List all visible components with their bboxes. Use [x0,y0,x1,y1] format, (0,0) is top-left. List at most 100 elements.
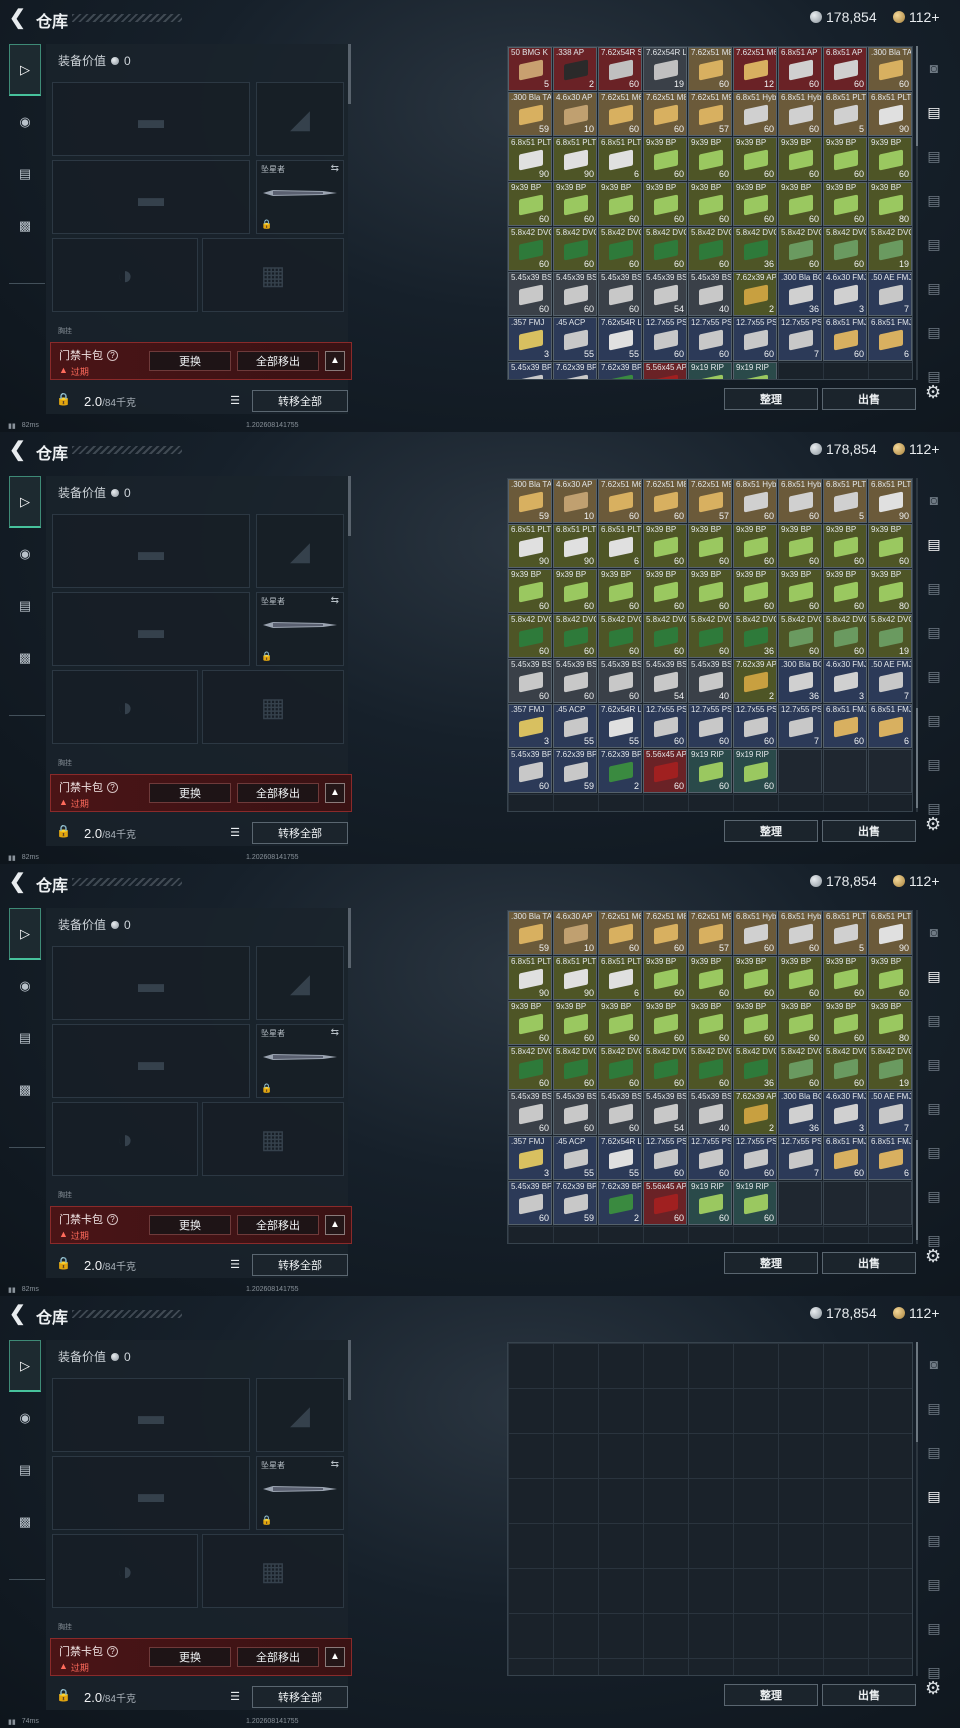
ammo-item[interactable]: 9x39 BP 60 [598,569,642,613]
ammo-item[interactable]: 9x19 RIP60 [688,362,732,379]
ammo-item[interactable]: .50 AE FMJ 7 [868,272,912,316]
ammo-item[interactable]: 6.8x51 PLT 90 [508,524,552,568]
ammo-item[interactable]: 6.8x51 PLT 90 [553,137,597,181]
ammo-item[interactable]: 12.7x55 PS12A 60 [733,704,777,748]
ammo-item[interactable]: 5.45x39 BS 60 [508,1091,552,1135]
ammo-item[interactable]: 5.45x39 BS 60 [508,272,552,316]
sort-button[interactable]: 整理 [724,1252,818,1274]
ammo-item[interactable]: .300 Bla BCP FMJ 36 [778,272,822,316]
back-arrow-icon[interactable]: ❮ [9,1304,27,1324]
pistol-slot[interactable]: ◢ [256,946,344,1020]
ammo-item[interactable]: .45 ACP 55 [553,1136,597,1180]
ammo-item[interactable]: 5.8x42 DVC12 19 [868,614,912,658]
ammo-item[interactable]: .300 Bla TAC-TX 59 [508,92,552,136]
ammo-item[interactable]: 9x39 BP 80 [868,569,912,613]
move-all-out-button[interactable]: 全部移出 [237,1647,319,1667]
ammo-item[interactable]: 9x39 BP 60 [508,182,552,226]
armor-slot[interactable]: ▦ [202,1534,344,1608]
tab-stash-2[interactable]: ▤ [920,566,948,610]
silver-currency[interactable]: 178,854 [810,441,877,457]
ammo-item[interactable]: 9x39 BP 60 [688,1001,732,1045]
ammo-item[interactable]: .50 AE FMJ 7 [868,659,912,703]
ammo-item[interactable]: 12.7x55 PS12A 60 [688,1136,732,1180]
ammo-item[interactable]: 5.8x42 DVC12+P 60 [688,614,732,658]
secondary-weapon-slot[interactable]: ▬ [52,592,250,666]
empty-grid-cell[interactable] [778,749,822,793]
grid-scrollbar[interactable] [916,46,918,380]
ammo-item[interactable]: 5.8x42 DVC12+P 60 [598,1046,642,1090]
ammo-item[interactable]: 5.45x39 BP 60 [508,1181,552,1225]
sort-button[interactable]: 整理 [724,820,818,842]
ammo-item[interactable]: 9x39 BP 60 [868,524,912,568]
ammo-item[interactable]: 6.8x51 PLT 5 [823,911,867,955]
rail-tab-weapons[interactable]: ▷ [9,44,41,96]
ammo-item[interactable]: 7.62x39 BP 59 [553,749,597,793]
tab-stash-1[interactable]: ▤ [920,90,948,134]
ammo-item[interactable]: 12.7x55 PS12A 60 [733,1136,777,1180]
ammo-item[interactable]: 7.62x51 M61 12 [733,47,777,91]
ammo-item[interactable]: 5.45x39 BS 40 [688,659,732,703]
ammo-item[interactable]: 6.8x51 Hybrid 60 [778,911,822,955]
ammo-item[interactable]: 5.8x42 DVC12 19 [868,227,912,271]
grid-scroll-thumb[interactable] [916,1342,918,1442]
helmet-slot[interactable]: ◑ [52,1102,198,1176]
ammo-item[interactable]: 5.56x45 AP 60 [643,749,687,793]
ammo-item[interactable]: 4.6x30 AP 10 [553,92,597,136]
pistol-slot[interactable]: ◢ [256,1378,344,1452]
gold-currency[interactable]: 112+ [893,873,940,889]
ammo-item[interactable]: 9x39 BP 60 [643,137,687,181]
ammo-item[interactable]: .357 FMJ 3 [508,317,552,361]
transfer-all-button[interactable]: 转移全部 [252,822,348,844]
ammo-item[interactable]: 7.62x54R LPS 55 [598,317,642,361]
ammo-item[interactable]: 9x39 BP 60 [733,569,777,613]
help-icon[interactable]: ? [107,781,118,793]
chevron-up-icon[interactable]: ▲ [325,783,345,803]
grid-scroll-thumb[interactable] [916,708,918,808]
ammo-item[interactable]: 9x19 RIP60 [733,1181,777,1225]
ammo-item[interactable]: 9x39 BP 60 [823,956,867,1000]
primary-weapon-slot[interactable]: ▬ [52,1378,250,1452]
ammo-item[interactable]: 12.7x55 PS12A 7 [778,317,822,361]
helmet-slot[interactable]: ◑ [52,238,198,312]
gold-currency[interactable]: 112+ [893,1305,940,1321]
ammo-item[interactable]: 9x39 BP 60 [778,956,822,1000]
helmet-slot[interactable]: ◑ [52,670,198,744]
silver-currency[interactable]: 178,854 [810,9,877,25]
warehouse-grid[interactable] [507,1342,913,1676]
move-all-out-button[interactable]: 全部移出 [237,351,319,371]
ammo-item[interactable]: 5.45x39 BS 54 [643,1091,687,1135]
back-arrow-icon[interactable]: ❮ [9,440,27,460]
ammo-item[interactable]: 9x39 BP 60 [733,1001,777,1045]
move-all-out-button[interactable]: 全部移出 [237,1215,319,1235]
transfer-all-button[interactable]: 转移全部 [252,1254,348,1276]
ammo-item[interactable]: 9x19 RIP60 [733,362,777,379]
tab-stash-4[interactable]: ▤ [920,222,948,266]
pistol-slot[interactable]: ◢ [256,82,344,156]
tab-safe-box[interactable]: ◙ [920,910,948,954]
help-icon[interactable]: ? [107,1645,118,1657]
tab-stash-5[interactable]: ▤ [920,698,948,742]
warehouse-grid[interactable]: 50 BMG K5.338 AP27.62x54R SNB607.62x54R … [507,910,913,1244]
ammo-item[interactable]: 9x39 BP 60 [643,1001,687,1045]
melee-slot[interactable]: 坠星者 ⇆ 🔒 [256,1024,344,1098]
ammo-item[interactable]: 5.45x39 BS 60 [598,659,642,703]
ammo-item[interactable]: 5.45x39 BS 40 [688,272,732,316]
ammo-item[interactable]: 9x39 BP 60 [508,1001,552,1045]
ammo-item[interactable]: 5.8x42 DVC12+P 60 [553,227,597,271]
primary-weapon-slot[interactable]: ▬ [52,514,250,588]
gear-icon[interactable]: ⚙ [925,1246,941,1267]
tab-stash-4[interactable]: ▤ [920,1086,948,1130]
ammo-item[interactable]: 5.8x42 DVC12+P 60 [508,1046,552,1090]
ammo-item[interactable]: 9x39 BP 60 [598,1001,642,1045]
ammo-item[interactable]: 5.8x42 DVC12+P 60 [508,227,552,271]
rail-tab-weapons[interactable]: ▷ [9,1340,41,1392]
ammo-item[interactable]: 6.8x51 PLT 90 [508,956,552,1000]
ammo-item[interactable]: 7.62x51 M80 60 [643,92,687,136]
tab-stash-6[interactable]: ▤ [920,310,948,354]
ammo-item[interactable]: .357 FMJ 3 [508,1136,552,1180]
ammo-item[interactable]: 6.8x51 PLT 6 [598,524,642,568]
ammo-item[interactable]: 12.7x55 PS12A 7 [778,1136,822,1180]
ammo-item[interactable]: 6.8x51 AP 60 [778,47,822,91]
ammo-item[interactable]: 6.8x51 FMJ 60 [823,704,867,748]
ammo-item[interactable]: 6.8x51 FMJ 60 [823,317,867,361]
